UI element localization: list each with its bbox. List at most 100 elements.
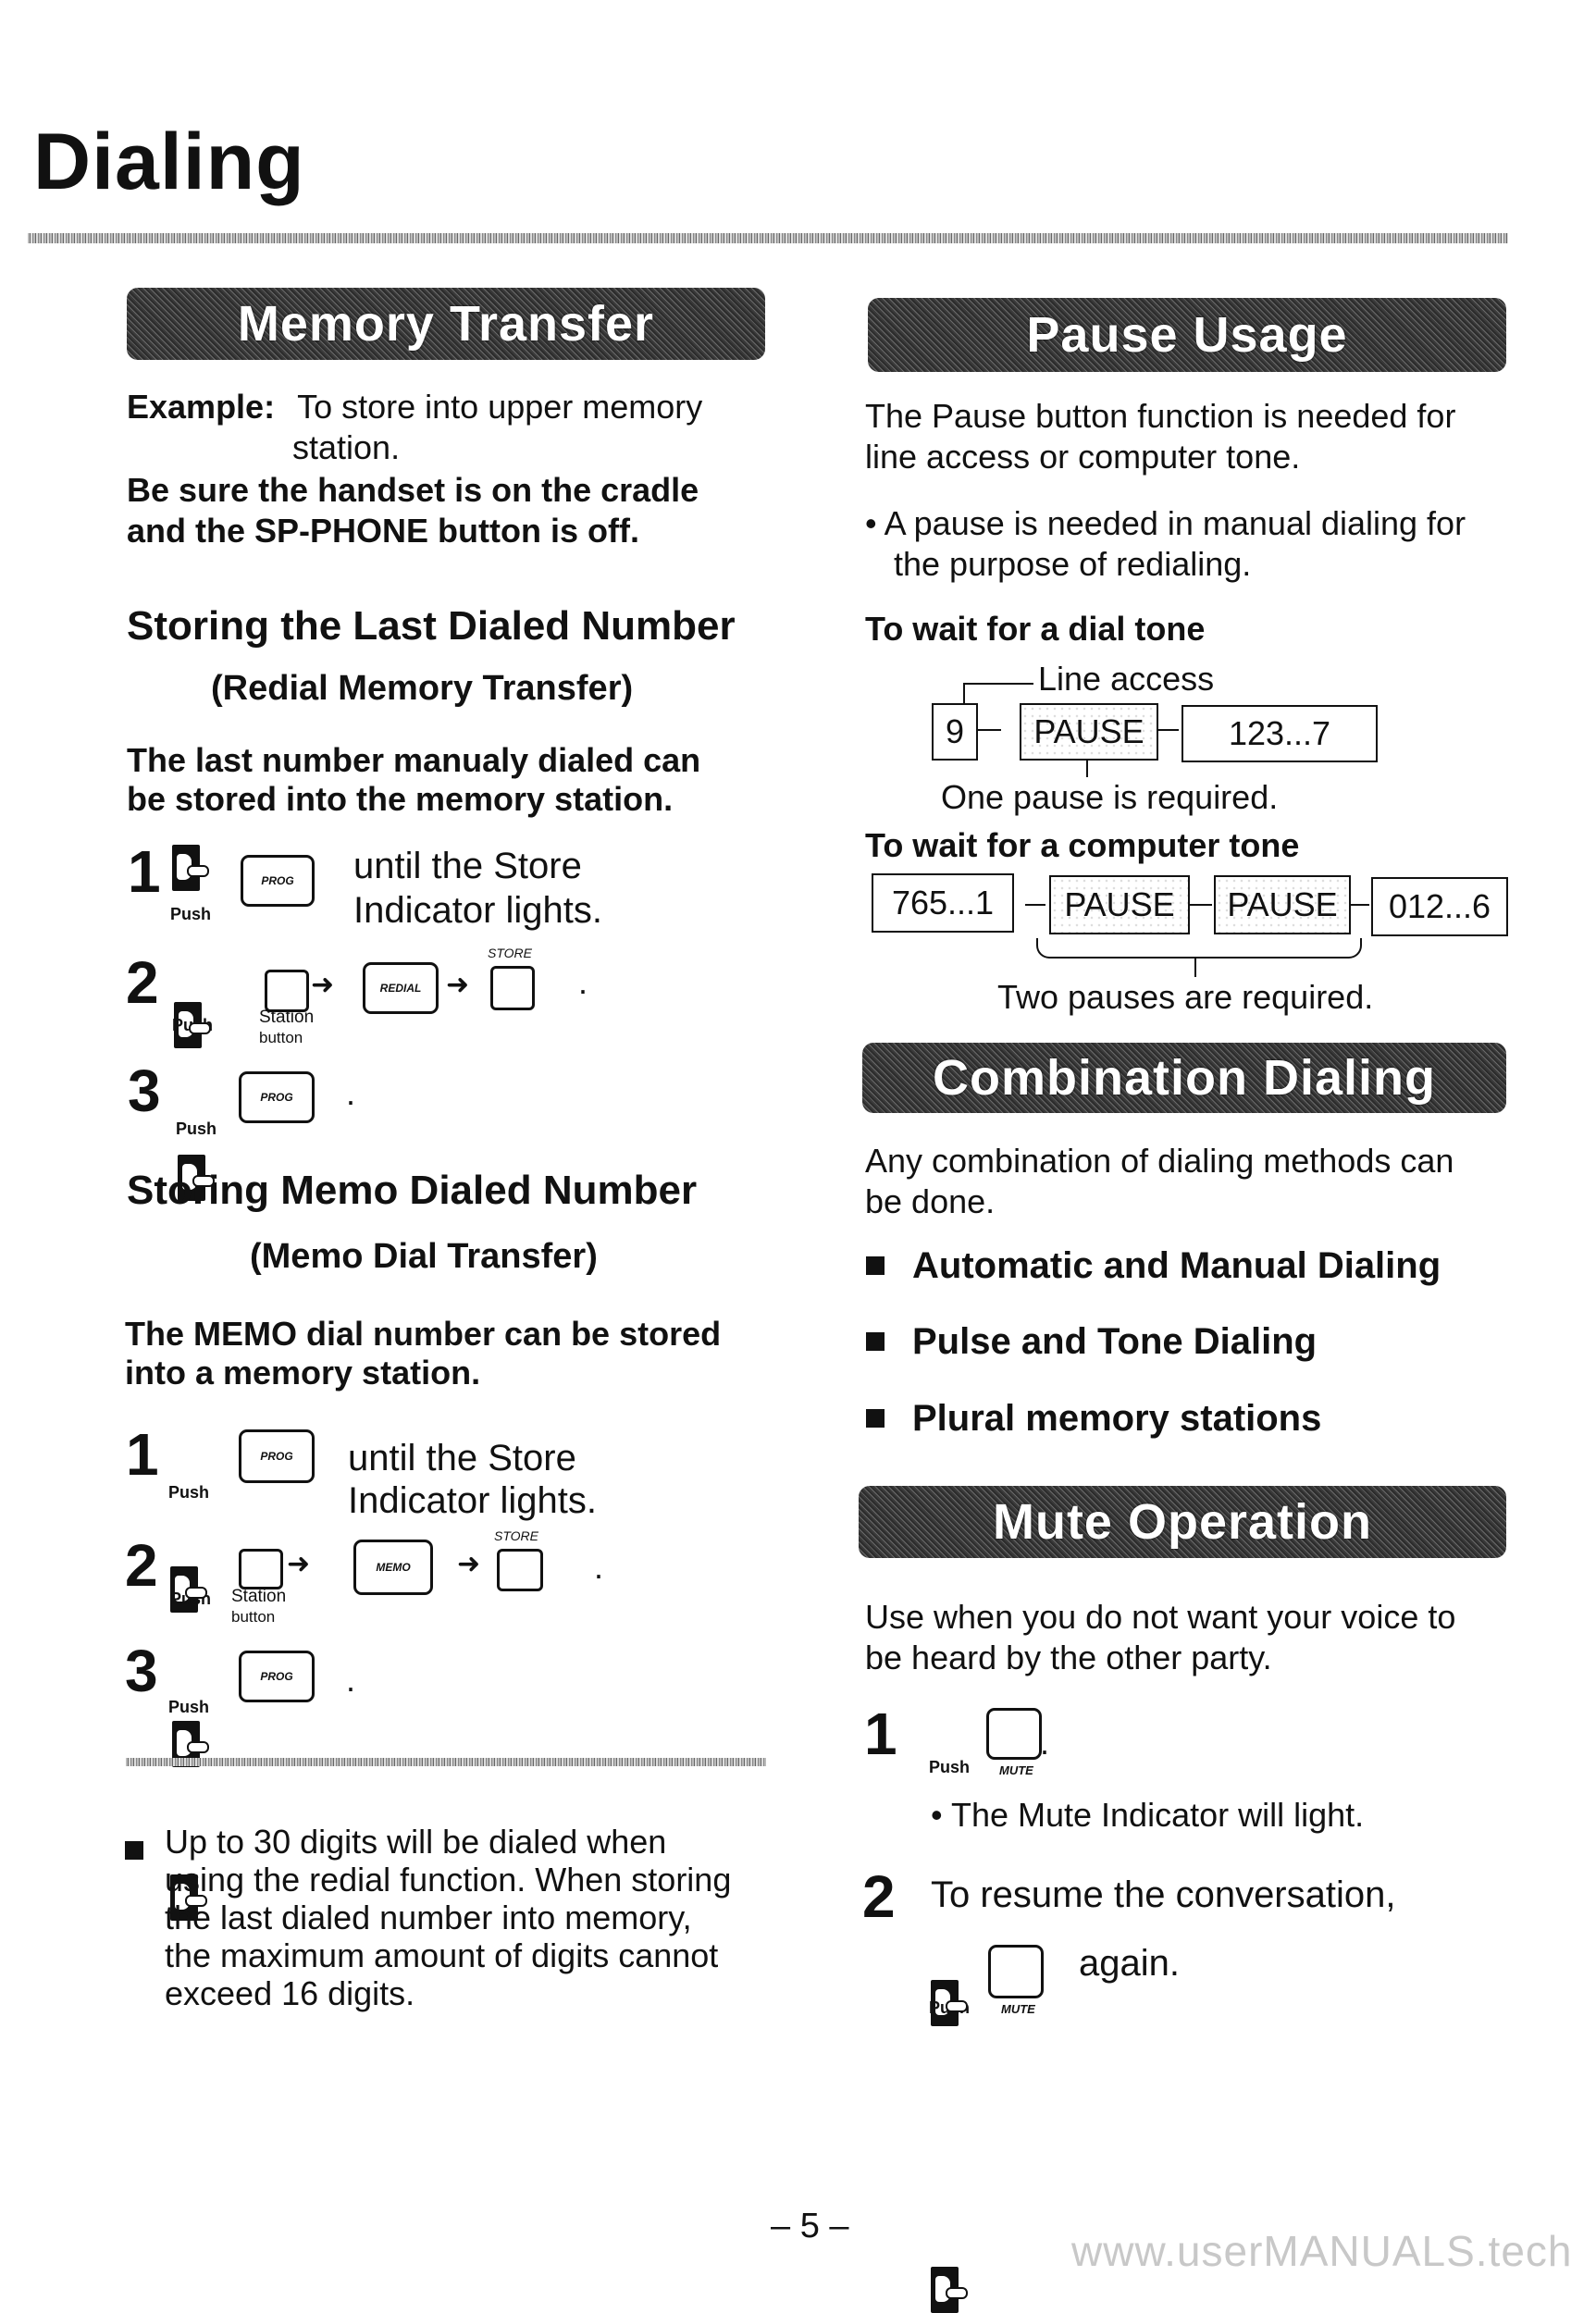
station-label-line2: button bbox=[259, 1029, 303, 1046]
pause-bullet-line2: the purpose of redialing. bbox=[894, 545, 1252, 583]
pointer-line bbox=[1086, 759, 1088, 777]
note-block: Up to 30 digits will be dialed when usin… bbox=[165, 1823, 731, 2012]
prog-key[interactable]: PROG bbox=[241, 855, 315, 907]
mute-step1-note: • The Mute Indicator will light. bbox=[931, 1796, 1365, 1834]
square-bullet-icon bbox=[866, 1409, 885, 1428]
note-line: Up to 30 digits will be dialed when bbox=[165, 1823, 667, 1861]
pause-bullet-line1: • A pause is needed in manual dialing fo… bbox=[865, 504, 1466, 542]
page-title: Dialing bbox=[33, 118, 305, 206]
arrow-right-icon: ➜ bbox=[446, 970, 470, 1000]
station-label-line2: button bbox=[231, 1608, 276, 1626]
note-line: using the redial function. When storing bbox=[165, 1861, 732, 1899]
step-number: 2 bbox=[862, 1863, 896, 1930]
arrow-right-icon: ➜ bbox=[457, 1549, 481, 1579]
combination-item: Plural memory stations bbox=[912, 1398, 1322, 1439]
mute-key-label: MUTE bbox=[999, 1763, 1033, 1777]
mute-button[interactable] bbox=[988, 1945, 1044, 1998]
push-label: Push bbox=[176, 1119, 217, 1138]
section-divider bbox=[126, 1758, 766, 1766]
prog-key[interactable]: PROG bbox=[239, 1651, 315, 1702]
example-text: To store into upper memory bbox=[297, 388, 703, 426]
page-number: – 5 – bbox=[771, 2207, 849, 2245]
memory-transfer-header: Memory Transfer bbox=[127, 288, 765, 360]
example-label: Example: bbox=[127, 388, 276, 426]
store-label: STORE bbox=[494, 1528, 538, 1543]
push-label: Push bbox=[170, 905, 212, 923]
station-button[interactable] bbox=[265, 970, 309, 1012]
step-text-line1: until the Store bbox=[348, 1438, 576, 1478]
step-text-line1: until the Store bbox=[353, 846, 582, 886]
title-divider bbox=[28, 233, 1508, 243]
number-box: 123...7 bbox=[1182, 705, 1378, 762]
watermark: www.userMANUALS.tech bbox=[1071, 2227, 1573, 2275]
number-box: 765...1 bbox=[872, 873, 1014, 933]
pause-intro-line1: The Pause button function is needed for bbox=[865, 397, 1456, 435]
pause-box: PAUSE bbox=[1214, 875, 1351, 934]
pause-intro-line2: line access or computer tone. bbox=[865, 438, 1301, 476]
step-number: 2 bbox=[126, 949, 159, 1016]
square-bullet-icon bbox=[866, 1256, 885, 1275]
connector-line bbox=[1157, 729, 1179, 731]
memo-key[interactable]: MEMO bbox=[353, 1540, 433, 1595]
store-button[interactable] bbox=[490, 966, 535, 1010]
pause-box: PAUSE bbox=[1049, 875, 1190, 934]
memo-dialed-heading: Storing Memo Dialed Number bbox=[127, 1168, 698, 1213]
callout-line bbox=[963, 683, 1033, 685]
step-number: 3 bbox=[125, 1638, 158, 1704]
computer-tone-heading: To wait for a computer tone bbox=[865, 826, 1300, 864]
mute-step2-text: To resume the conversation, bbox=[931, 1874, 1396, 1915]
connector-line bbox=[1349, 904, 1369, 906]
combination-intro-line2: be done. bbox=[865, 1182, 996, 1220]
mute-operation-header: Mute Operation bbox=[859, 1486, 1506, 1558]
line-access-callout: Line access bbox=[1038, 660, 1215, 698]
step-number: 1 bbox=[128, 838, 161, 905]
redial-key[interactable]: REDIAL bbox=[363, 962, 439, 1014]
push-label: Push bbox=[929, 1758, 971, 1776]
store-button[interactable] bbox=[497, 1549, 543, 1591]
station-button[interactable] bbox=[239, 1549, 283, 1589]
pause-box: PAUSE bbox=[1020, 703, 1158, 761]
mute-button[interactable] bbox=[986, 1708, 1042, 1760]
step-end: . bbox=[346, 1661, 356, 1699]
step-number: 3 bbox=[128, 1058, 161, 1124]
example-text-line2: station. bbox=[292, 428, 401, 466]
mute-step2-after: again. bbox=[1079, 1943, 1180, 1984]
brace bbox=[1036, 938, 1362, 959]
memory-transfer-header-text: Memory Transfer bbox=[237, 296, 655, 352]
prog-key[interactable]: PROG bbox=[239, 1071, 315, 1123]
step-end: . bbox=[594, 1548, 604, 1586]
memo-dialed-desc-line2: into a memory station. bbox=[125, 1354, 481, 1392]
step-end: . bbox=[346, 1074, 356, 1112]
combination-item: Pulse and Tone Dialing bbox=[912, 1321, 1318, 1362]
digit-box: 9 bbox=[932, 703, 978, 761]
warning-line2: and the SP-PHONE button is off. bbox=[127, 512, 639, 550]
mute-operation-header-text: Mute Operation bbox=[992, 1494, 1372, 1550]
last-dialed-desc-line2: be stored into the memory station. bbox=[127, 780, 674, 818]
push-label: Push bbox=[168, 1698, 210, 1716]
note-line: the maximum amount of digits cannot bbox=[165, 1936, 719, 1974]
step-number: 1 bbox=[864, 1701, 897, 1767]
step-number: 1 bbox=[126, 1421, 159, 1488]
step-number: 2 bbox=[125, 1532, 158, 1599]
pause-usage-header: Pause Usage bbox=[868, 298, 1506, 372]
mute-key-label: MUTE bbox=[1001, 2002, 1035, 2016]
note-line: exceed 16 digits. bbox=[165, 1974, 415, 2012]
pointer-line bbox=[1194, 957, 1196, 977]
step-text-line2: Indicator lights. bbox=[353, 890, 603, 931]
last-dialed-desc-line1: The last number manualy dialed can bbox=[127, 741, 701, 779]
prog-key[interactable]: PROG bbox=[239, 1429, 315, 1483]
pause-usage-header-text: Pause Usage bbox=[1026, 307, 1348, 363]
callout-line bbox=[963, 684, 965, 704]
step-end: . bbox=[1040, 1724, 1050, 1762]
combination-dialing-header: Combination Dialing bbox=[862, 1043, 1506, 1113]
combination-item: Automatic and Manual Dialing bbox=[912, 1245, 1441, 1286]
combination-dialing-header-text: Combination Dialing bbox=[933, 1050, 1436, 1106]
push-hand-icon bbox=[931, 2267, 968, 2313]
step-end: . bbox=[578, 963, 588, 1001]
push-label: Push bbox=[168, 1483, 210, 1502]
station-label-line1: Station bbox=[259, 1008, 315, 1027]
station-label-line1: Station bbox=[231, 1587, 287, 1606]
example-line: Example: To store into upper memory bbox=[127, 387, 702, 427]
dial-tone-heading: To wait for a dial tone bbox=[865, 610, 1206, 648]
mute-intro-line1: Use when you do not want your voice to bbox=[865, 1598, 1456, 1636]
